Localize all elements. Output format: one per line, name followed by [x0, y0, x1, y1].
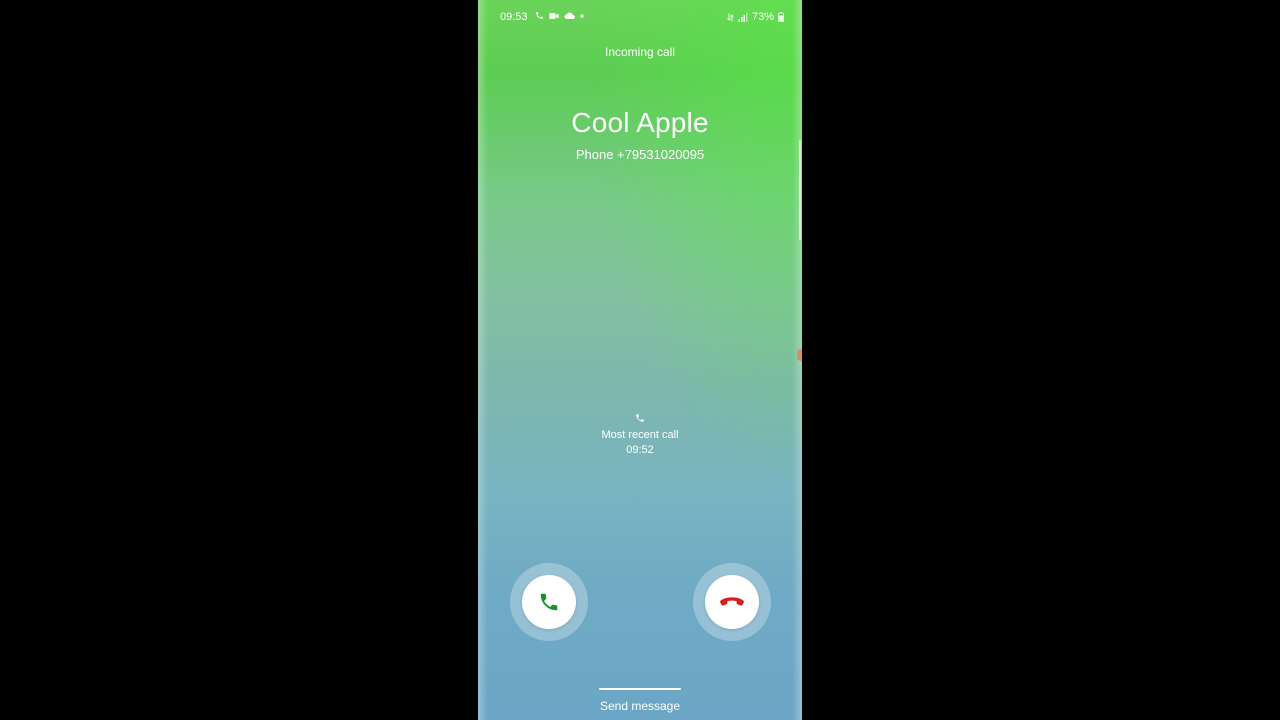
edge-indicator-dot: [797, 349, 802, 361]
phone-decline-icon: [719, 595, 745, 609]
status-time: 09:53: [500, 11, 528, 23]
status-system-icons: 73%: [727, 11, 784, 23]
video-camera-icon: [549, 12, 559, 20]
caller-number-line: Phone +79531020095: [478, 147, 802, 162]
cloud-icon: [564, 12, 575, 19]
battery-icon: [778, 12, 784, 22]
number-type-label: Phone: [575, 147, 614, 162]
phone-accept-icon: [538, 591, 560, 613]
accept-call-button[interactable]: [510, 563, 588, 641]
battery-percent: 73%: [751, 11, 774, 23]
most-recent-call: Most recent call 09:52: [478, 413, 802, 458]
signal-icon: [738, 12, 748, 22]
dot-icon: [580, 13, 584, 18]
recent-call-label: Most recent call: [601, 429, 679, 441]
status-notification-icons: [535, 11, 584, 20]
decline-call-circle[interactable]: [705, 575, 759, 629]
phone-icon: [535, 11, 544, 20]
accept-call-circle[interactable]: [522, 575, 576, 629]
call-state-label: Incoming call: [604, 45, 676, 59]
screen-background: 09:53 73% Incoming call Cool Apple Phone…: [0, 0, 1280, 720]
phone-icon: [635, 413, 645, 423]
data-arrows-icon: [727, 13, 734, 22]
incoming-call-screen: 09:53 73% Incoming call Cool Apple Phone…: [478, 0, 802, 720]
send-message-handle[interactable]: [599, 688, 681, 690]
caller-number: +79531020095: [617, 147, 705, 162]
recent-call-time: 09:52: [626, 444, 654, 456]
send-message-button[interactable]: Send message: [478, 699, 802, 713]
status-bar: 09:53 73%: [478, 10, 802, 26]
caller-name: Cool Apple: [571, 107, 709, 138]
decline-call-button[interactable]: [693, 563, 771, 641]
